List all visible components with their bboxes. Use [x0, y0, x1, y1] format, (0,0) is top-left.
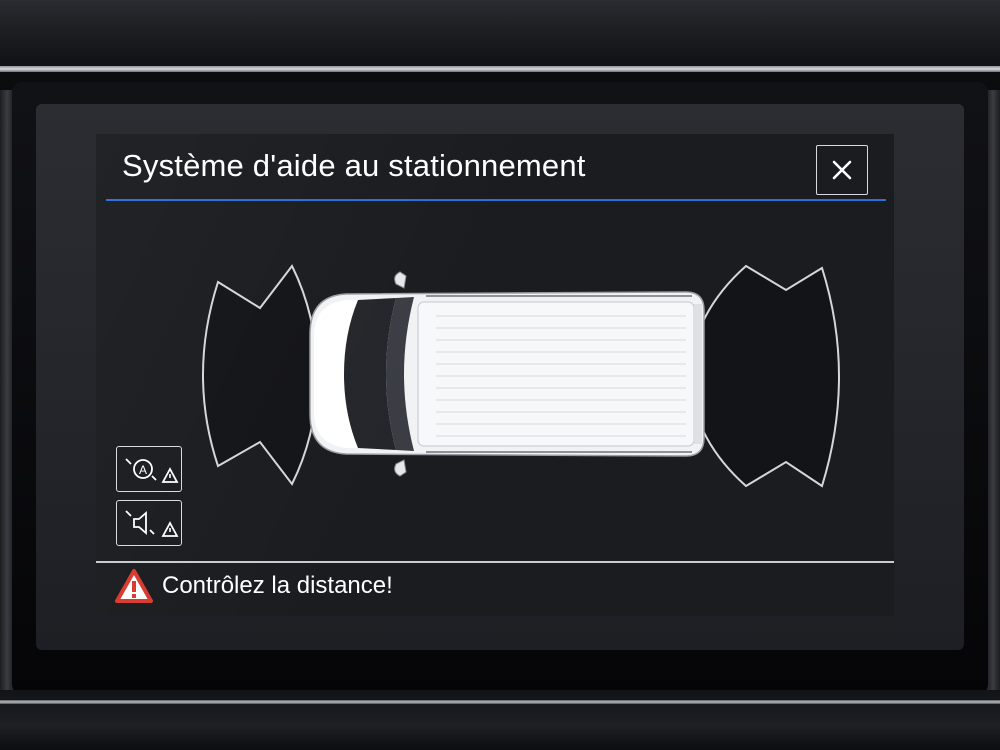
footer-divider — [96, 561, 894, 563]
dashboard-bottom-panel — [0, 690, 1000, 750]
auto-activation-button[interactable]: A — [116, 446, 182, 492]
dashboard-chrome-trim — [0, 66, 1000, 72]
svg-text:A: A — [139, 463, 147, 477]
auto-activation-icon: A — [125, 458, 179, 483]
dashboard-top-panel — [0, 0, 1000, 70]
front-sensor-arc — [202, 264, 320, 486]
rear-sensor-arc — [686, 264, 840, 488]
parking-scene — [202, 264, 840, 488]
dashboard-chrome-trim-bottom — [0, 700, 1000, 704]
page-title: Système d'aide au stationnement — [122, 148, 586, 183]
bezel-right-edge — [986, 90, 1000, 690]
warning-message: Contrôlez la distance! — [162, 572, 393, 599]
warning-triangle-icon — [115, 569, 153, 603]
van-top-view — [309, 271, 705, 477]
infotainment-screen: Système d'aide au stationnement A Contrô… — [96, 134, 894, 616]
close-button[interactable] — [816, 145, 868, 195]
sound-mute-icon — [125, 510, 179, 537]
sound-mute-button[interactable] — [116, 500, 182, 546]
close-icon — [832, 160, 852, 180]
header-divider — [106, 199, 886, 201]
